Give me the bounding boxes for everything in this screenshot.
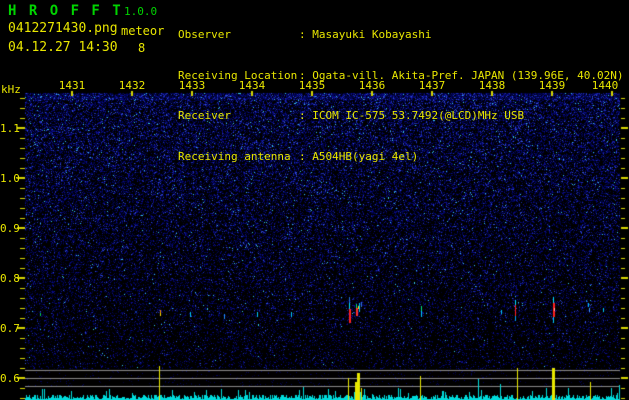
app-version: 1.0.0 <box>124 5 158 18</box>
time-tick-label: 1436 <box>358 79 386 92</box>
info-value: A504HB(yagi 4el) <box>312 149 419 163</box>
time-tick-label: 1439 <box>538 79 566 92</box>
info-row-receiver: Receiver: ICOM IC-575 53.7492(@LCD)MHz U… <box>178 109 628 123</box>
info-value: ICOM IC-575 53.7492(@LCD)MHz USB <box>312 109 525 122</box>
app-title: H R O F F T <box>8 3 123 19</box>
frequency-tick-label: 1.0 <box>0 172 20 185</box>
time-tick-label: 1435 <box>298 79 326 92</box>
frequency-tick-label: 0.6 <box>0 372 20 385</box>
frequency-axis-unit-label: kHz <box>1 83 21 96</box>
frequency-tick-label: 0.8 <box>0 272 20 285</box>
time-tick-label: 1434 <box>238 79 266 92</box>
info-colon: : <box>299 109 313 122</box>
frequency-tick-label: 0.7 <box>0 322 20 335</box>
time-tick-label: 1440 <box>591 79 619 92</box>
time-tick-label: 1437 <box>418 79 446 92</box>
time-tick-label: 1438 <box>478 79 506 92</box>
meteor-count: 8 <box>138 41 146 55</box>
info-colon: : <box>299 149 313 163</box>
header-info-block: Observer: Masayuki Kobayashi Receiving L… <box>178 1 628 190</box>
info-value: Masayuki Kobayashi <box>312 28 432 41</box>
info-colon: : <box>299 28 313 41</box>
hrofft-screen: H R O F F T 1.0.0 0412271430.png meteor … <box>0 0 629 400</box>
frequency-tick-label: 0.9 <box>0 222 20 235</box>
mode-label: meteor <box>121 24 165 38</box>
output-filename: 0412271430.png <box>8 21 118 36</box>
info-label: Receiver <box>178 109 231 122</box>
info-row-observer: Observer: Masayuki Kobayashi <box>178 28 628 42</box>
info-row-antenna: Receiving antenna: A504HB(yagi 4el) <box>178 150 628 164</box>
time-tick-label: 1431 <box>58 79 86 92</box>
frequency-tick-label: 1.1 <box>0 122 20 135</box>
info-label: Observer <box>178 28 231 41</box>
time-tick-label: 1433 <box>178 79 206 92</box>
info-label: Receiving antenna <box>178 149 291 163</box>
observation-datetime: 04.12.27 14:30 <box>8 40 118 55</box>
time-tick-label: 1432 <box>118 79 146 92</box>
